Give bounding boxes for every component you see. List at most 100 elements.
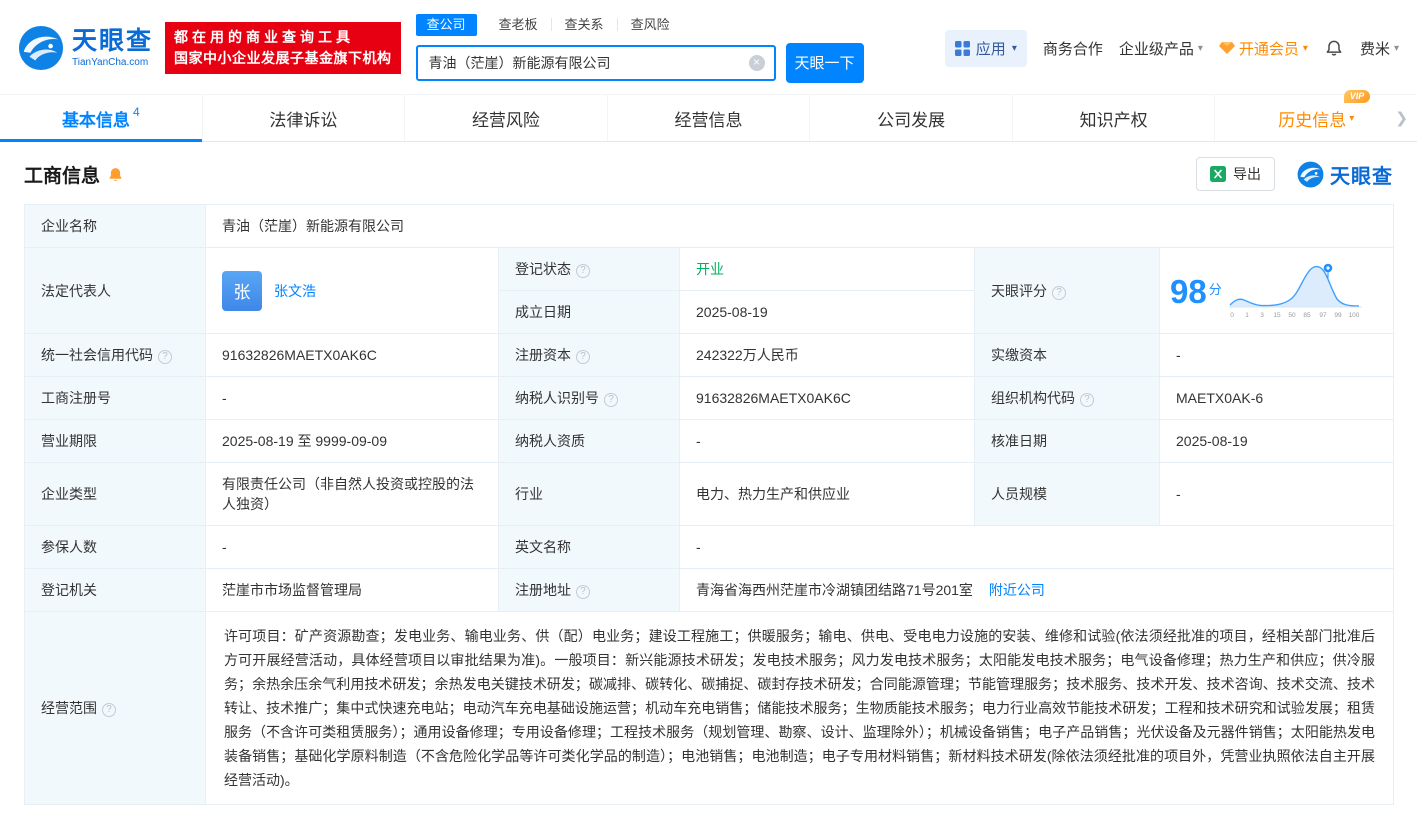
approve-date-value: 2025-08-19 bbox=[1160, 420, 1394, 463]
apps-menu[interactable]: 应用 ▾ bbox=[945, 30, 1027, 67]
help-icon[interactable] bbox=[1080, 393, 1094, 407]
score-axis-tick: 0 bbox=[1230, 312, 1234, 319]
company-name-value: 青油（茫崖）新能源有限公司 bbox=[206, 205, 1394, 248]
table-row: 企业类型 有限责任公司（非自然人投资或控股的法人独资） 行业 电力、热力生产和供… bbox=[25, 463, 1394, 526]
export-button[interactable]: 导出 bbox=[1196, 157, 1275, 191]
reg-capital-label-cell: 注册资本 bbox=[499, 334, 680, 377]
help-icon[interactable] bbox=[102, 703, 116, 717]
tab-operation-info-label: 经营信息 bbox=[675, 106, 743, 131]
business-info-section-header: 工商信息 导出 天眼查 bbox=[0, 142, 1417, 202]
chevron-down-icon: ▾ bbox=[1198, 43, 1203, 54]
notification-bell-icon[interactable] bbox=[1324, 38, 1344, 58]
address-value: 青海省海西州茫崖市冷湖镇团结路71号201室 bbox=[696, 582, 973, 598]
logo-domain-text: TianYanCha.com bbox=[72, 57, 153, 68]
tab-intellectual-property[interactable]: 知识产权 bbox=[1012, 95, 1215, 141]
search-tab-boss[interactable]: 查老板 bbox=[486, 18, 552, 31]
nav-enterprise-products[interactable]: 企业级产品 ▾ bbox=[1119, 38, 1203, 59]
score-axis-tick: 99 bbox=[1334, 312, 1342, 319]
export-button-label: 导出 bbox=[1233, 164, 1261, 184]
score-axis-tick: 97 bbox=[1319, 312, 1327, 319]
help-icon[interactable] bbox=[158, 350, 172, 364]
search-input[interactable] bbox=[429, 55, 749, 71]
paid-capital-value: - bbox=[1160, 334, 1394, 377]
score-axis-tick: 100 bbox=[1348, 312, 1359, 319]
industry-label: 行业 bbox=[499, 463, 680, 526]
taxpayer-id-value: 91632826MAETX0AK6C bbox=[680, 377, 975, 420]
tab-operation-risk[interactable]: 经营风险 bbox=[404, 95, 607, 141]
nav-user-menu[interactable]: 费米 ▾ bbox=[1360, 38, 1399, 59]
promo-banner: 都在用的商业查询工具 国家中小企业发展子基金旗下机构 bbox=[165, 22, 401, 74]
vip-badge: VIP bbox=[1344, 90, 1371, 103]
credit-code-value: 91632826MAETX0AK6C bbox=[206, 334, 499, 377]
score-cell[interactable]: 98 分 0 1 3 15 50 bbox=[1160, 248, 1394, 334]
tianyancha-logo-icon bbox=[1297, 161, 1324, 188]
monitor-bell-icon[interactable] bbox=[107, 166, 124, 183]
table-row: 营业期限 2025-08-19 至 9999-09-09 纳税人资质 - 核准日… bbox=[25, 420, 1394, 463]
legal-rep-name-link[interactable]: 张文浩 bbox=[274, 281, 316, 301]
org-code-value: MAETX0AK-6 bbox=[1160, 377, 1394, 420]
score-label-cell: 天眼评分 bbox=[975, 248, 1160, 334]
staff-scale-value: - bbox=[1160, 463, 1394, 526]
tab-company-development[interactable]: 公司发展 bbox=[809, 95, 1012, 141]
watermark-brand-text: 天眼查 bbox=[1330, 160, 1393, 189]
chevron-down-icon: ▾ bbox=[1349, 113, 1354, 124]
tab-history-info[interactable]: 历史信息 ▾ VIP bbox=[1214, 95, 1417, 141]
help-icon[interactable] bbox=[576, 350, 590, 364]
nav-open-vip-label: 开通会员 bbox=[1239, 38, 1299, 59]
tab-history-info-label: 历史信息 bbox=[1278, 106, 1346, 131]
business-term-value: 2025-08-19 至 9999-09-09 bbox=[206, 420, 499, 463]
registry-label: 登记机关 bbox=[25, 569, 206, 612]
score-axis-tick: 15 bbox=[1273, 312, 1281, 319]
scope-value: 许可项目：矿产资源勘查；发电业务、输电业务、供（配）电业务；建设工程施工；供暖服… bbox=[206, 612, 1394, 805]
clear-search-icon[interactable]: × bbox=[749, 55, 765, 71]
company-type-value: 有限责任公司（非自然人投资或控股的法人独资） bbox=[206, 463, 499, 526]
tab-legal-proceedings[interactable]: 法律诉讼 bbox=[202, 95, 405, 141]
table-row: 经营范围 许可项目：矿产资源勘查；发电业务、输电业务、供（配）电业务；建设工程施… bbox=[25, 612, 1394, 805]
help-icon[interactable] bbox=[576, 264, 590, 278]
nav-business-cooperation[interactable]: 商务合作 bbox=[1043, 38, 1103, 59]
credit-code-label-cell: 统一社会信用代码 bbox=[25, 334, 206, 377]
help-icon[interactable] bbox=[576, 585, 590, 599]
tab-company-development-label: 公司发展 bbox=[877, 106, 945, 131]
approve-date-label: 核准日期 bbox=[975, 420, 1160, 463]
company-name-label: 企业名称 bbox=[25, 205, 206, 248]
tianyancha-logo[interactable]: 天眼查 TianYanCha.com bbox=[18, 25, 153, 71]
help-icon[interactable] bbox=[604, 393, 618, 407]
nav-enterprise-products-label: 企业级产品 bbox=[1119, 38, 1194, 59]
table-row: 参保人数 - 英文名称 - bbox=[25, 526, 1394, 569]
search-tab-relation[interactable]: 查关系 bbox=[552, 18, 618, 31]
reg-status-label-cell: 登记状态 bbox=[499, 248, 680, 291]
section-title: 工商信息 bbox=[24, 161, 100, 188]
search-tab-company[interactable]: 查公司 bbox=[416, 14, 477, 36]
search-button[interactable]: 天眼一下 bbox=[786, 43, 864, 83]
staff-scale-label: 人员规模 bbox=[975, 463, 1160, 526]
tianyancha-logo-icon bbox=[18, 25, 64, 71]
excel-export-icon bbox=[1210, 166, 1226, 182]
org-code-label-cell: 组织机构代码 bbox=[975, 377, 1160, 420]
help-icon[interactable] bbox=[1052, 286, 1066, 300]
tab-intellectual-property-label: 知识产权 bbox=[1080, 106, 1148, 131]
tab-basic-info[interactable]: 基本信息 4 bbox=[0, 95, 202, 141]
score-label: 天眼评分 bbox=[991, 283, 1047, 299]
taxpayer-id-label-cell: 纳税人识别号 bbox=[499, 377, 680, 420]
company-type-label: 企业类型 bbox=[25, 463, 206, 526]
registry-value: 茫崖市市场监督管理局 bbox=[206, 569, 499, 612]
score-axis-tick: 50 bbox=[1288, 312, 1296, 319]
search-tabs: 查公司 查老板 查关系 查风险 bbox=[416, 14, 864, 36]
search-tab-risk[interactable]: 查风险 bbox=[618, 18, 683, 31]
tab-operation-risk-label: 经营风险 bbox=[472, 106, 540, 131]
company-tabbar: 基本信息 4 法律诉讼 经营风险 经营信息 公司发展 知识产权 历史信息 ▾ V… bbox=[0, 94, 1417, 142]
nav-open-vip[interactable]: 开通会员 ▾ bbox=[1219, 38, 1308, 59]
establish-date-label: 成立日期 bbox=[499, 291, 680, 334]
address-value-cell: 青海省海西州茫崖市冷湖镇团结路71号201室 附近公司 bbox=[680, 569, 1394, 612]
reg-status-label: 登记状态 bbox=[515, 261, 571, 277]
establish-date-value: 2025-08-19 bbox=[680, 291, 975, 334]
legal-rep-avatar[interactable]: 张 bbox=[222, 271, 262, 311]
tab-operation-info[interactable]: 经营信息 bbox=[607, 95, 810, 141]
top-navigation: 应用 ▾ 商务合作 企业级产品 ▾ 开通会员 ▾ 费米 ▾ bbox=[945, 30, 1399, 67]
legal-rep-cell: 张 张文浩 bbox=[206, 248, 499, 334]
nearby-companies-link[interactable]: 附近公司 bbox=[989, 582, 1045, 598]
tabbar-scroll-right-icon[interactable]: ❯ bbox=[1388, 95, 1415, 141]
score-axis-tick: 85 bbox=[1303, 312, 1311, 319]
insured-num-label: 参保人数 bbox=[25, 526, 206, 569]
